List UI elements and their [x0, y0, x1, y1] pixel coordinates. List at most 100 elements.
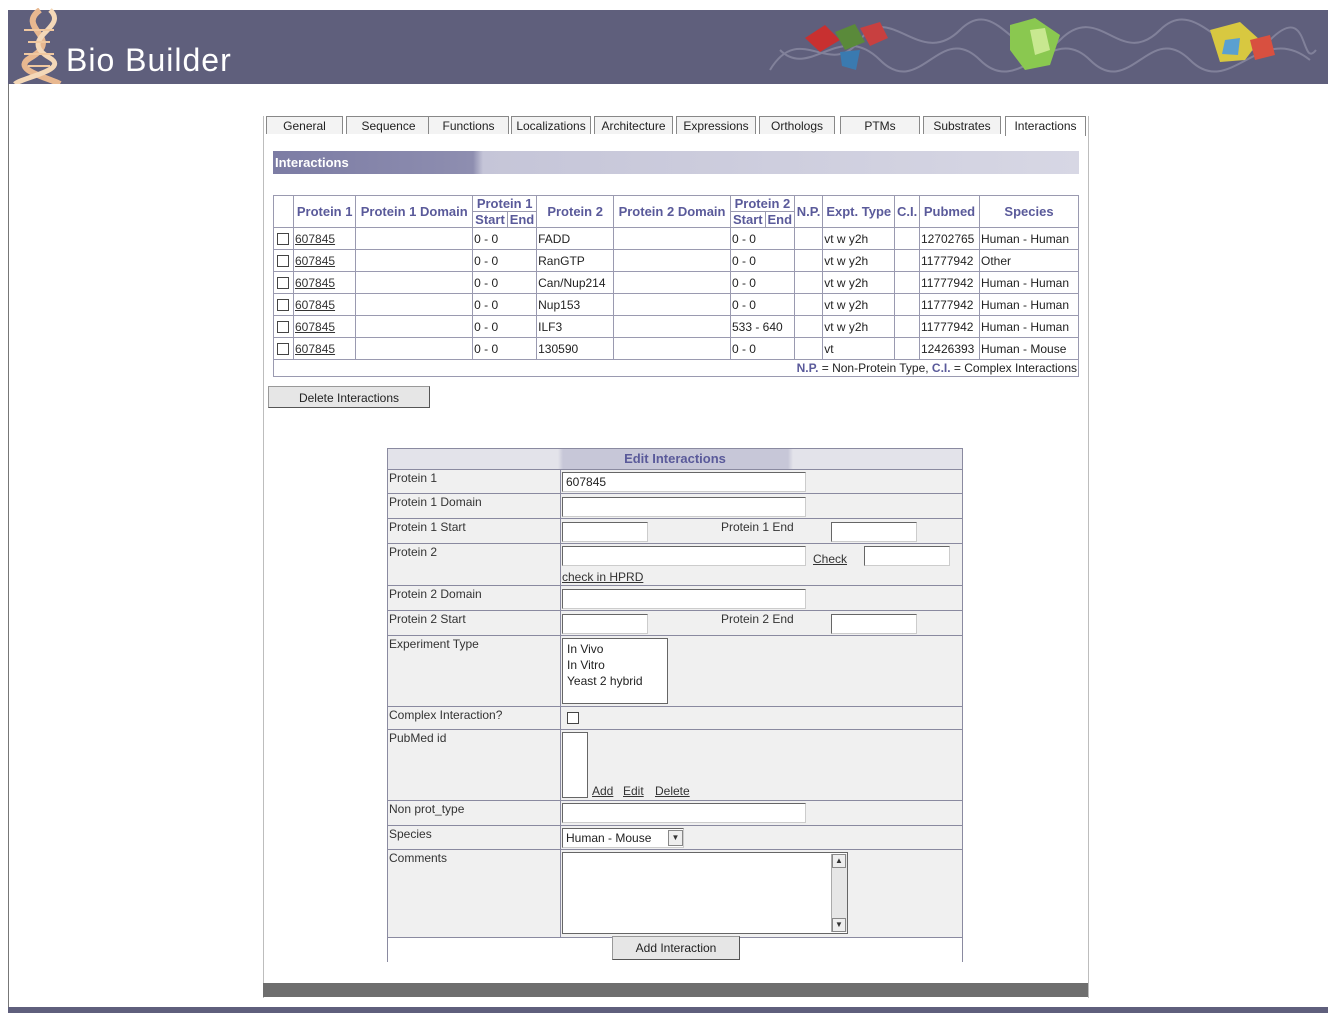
table-row: 607845 0 - 0 Nup153 0 - 0 vt w y2h 11777… — [273, 293, 1079, 316]
protein1-link[interactable]: 607845 — [295, 276, 335, 290]
pubmed-label: PubMed id — [389, 731, 447, 745]
tab-sequence[interactable]: Sequence — [346, 116, 431, 134]
pubmed-edit-link[interactable]: Edit — [623, 784, 644, 798]
tab-ptms[interactable]: PTMs — [840, 116, 920, 134]
experiment-option[interactable]: Yeast 2 hybrid — [567, 673, 663, 689]
ci-cell — [894, 227, 920, 250]
comments-label: Comments — [389, 851, 448, 865]
footer-bar — [8, 1007, 1328, 1013]
pubmed-delete-link[interactable]: Delete — [655, 784, 690, 798]
table-legend: N.P. = Non-Protein Type, C.I. = Complex … — [273, 359, 1079, 377]
protein2-end-input[interactable] — [831, 614, 917, 634]
ci-cell — [894, 293, 920, 316]
row-checkbox[interactable] — [277, 277, 289, 290]
comments-row: Comments ▲ ▼ — [388, 849, 962, 938]
protein2-start-input[interactable] — [562, 614, 648, 634]
protein2-domain-cell — [613, 293, 731, 316]
species-cell: Human - Mouse — [979, 337, 1079, 360]
protein2-input[interactable] — [562, 546, 806, 566]
table-row: 607845 0 - 0 ILF3 533 - 640 vt w y2h 117… — [273, 315, 1079, 338]
expt-cell: vt w y2h — [822, 271, 896, 294]
table-row: 607845 0 - 0 130590 0 - 0 vt 12426393 Hu… — [273, 337, 1079, 360]
species-cell: Human - Human — [979, 315, 1079, 338]
protein2-range-cell: 0 - 0 — [729, 249, 795, 272]
pubmed-list[interactable] — [562, 732, 588, 798]
check-link[interactable]: Check — [813, 552, 847, 566]
protein1-input[interactable]: 607845 — [562, 472, 806, 492]
complex-interaction-checkbox[interactable] — [567, 712, 579, 724]
tab-functions[interactable]: Functions — [428, 116, 509, 134]
chevron-down-icon[interactable]: ▼ — [668, 830, 683, 846]
protein1-link[interactable]: 607845 — [295, 320, 335, 334]
col-protein2-end: End — [764, 211, 795, 228]
protein1-link[interactable]: 607845 — [295, 232, 335, 246]
col-protein2: Protein 2 — [536, 195, 615, 228]
protein1-end-label: Protein 1 End — [721, 520, 794, 534]
np-cell — [793, 315, 824, 338]
non-prot-type-input[interactable] — [562, 803, 806, 823]
np-cell — [793, 271, 824, 294]
arrow-down-icon[interactable]: ▼ — [832, 918, 846, 932]
protein2-label: Protein 2 — [389, 545, 438, 559]
protein1-domain-cell — [355, 271, 474, 294]
col-np: N.P. — [793, 195, 824, 228]
col-ci: C.I. — [894, 195, 920, 228]
delete-interactions-button[interactable]: Delete Interactions — [268, 386, 430, 408]
row-checkbox[interactable] — [277, 233, 289, 246]
ci-cell — [894, 249, 920, 272]
tab-expressions[interactable]: Expressions — [676, 116, 756, 134]
tab-localizations[interactable]: Localizations — [511, 116, 591, 134]
protein2-domain-input[interactable] — [562, 589, 806, 609]
protein2-start-row: Protein 2 Start Protein 2 End — [388, 610, 962, 636]
arrow-up-icon[interactable]: ▲ — [832, 854, 846, 868]
check-in-hprd-link[interactable]: check in HPRD — [562, 570, 643, 584]
protein2-cell: 130590 — [536, 337, 615, 360]
protein1-link[interactable]: 607845 — [295, 342, 335, 356]
protein1-link[interactable]: 607845 — [295, 254, 335, 268]
app-title: Bio Builder — [66, 42, 232, 78]
species-cell: Other — [979, 249, 1079, 272]
protein2-range-cell: 0 - 0 — [729, 293, 795, 316]
table-row: 607845 0 - 0 Can/Nup214 0 - 0 vt w y2h 1… — [273, 271, 1079, 294]
species-select[interactable]: Human - Mouse ▼ — [562, 828, 684, 848]
ci-legend-text: = Complex Interactions — [950, 361, 1077, 375]
protein2-domain-cell — [613, 315, 731, 338]
expt-cell: vt — [822, 337, 896, 360]
col-protein1-domain: Protein 1 Domain — [355, 195, 474, 228]
dna-helix-icon — [13, 8, 62, 84]
protein1-domain-input[interactable] — [562, 497, 806, 517]
protein1-end-input[interactable] — [831, 522, 917, 542]
comments-textarea[interactable] — [562, 852, 848, 934]
protein2-range-cell: 0 - 0 — [729, 227, 795, 250]
protein2-cell: FADD — [536, 227, 615, 250]
protein1-start-input[interactable] — [562, 522, 648, 542]
tab-orthologs[interactable]: Orthologs — [759, 116, 835, 134]
experiment-option[interactable]: In Vitro — [567, 657, 663, 673]
expt-cell: vt w y2h — [822, 227, 896, 250]
np-cell — [793, 293, 824, 316]
tab-interactions[interactable]: Interactions — [1005, 116, 1086, 136]
pubmed-row: PubMed id Add Edit Delete — [388, 729, 962, 801]
select-column-header — [273, 195, 294, 228]
experiment-option[interactable]: In Vivo — [567, 641, 663, 657]
row-checkbox[interactable] — [277, 321, 289, 334]
species-cell: Human - Human — [979, 271, 1079, 294]
experiment-type-list[interactable]: In Vivo In Vitro Yeast 2 hybrid — [562, 638, 668, 704]
ci-cell — [894, 337, 920, 360]
pubmed-add-link[interactable]: Add — [592, 784, 613, 798]
tab-general[interactable]: General — [266, 116, 343, 134]
row-checkbox[interactable] — [277, 255, 289, 268]
row-checkbox[interactable] — [277, 299, 289, 312]
protein1-link[interactable]: 607845 — [295, 298, 335, 312]
check-result-input[interactable] — [864, 546, 950, 566]
col-protein1-range: Protein 1 — [472, 195, 538, 212]
row-checkbox[interactable] — [277, 343, 289, 356]
col-protein1-end: End — [506, 211, 538, 228]
add-interaction-button[interactable]: Add Interaction — [612, 936, 740, 960]
np-cell — [793, 249, 824, 272]
tab-substrates[interactable]: Substrates — [923, 116, 1001, 134]
tab-architecture[interactable]: Architecture — [594, 116, 673, 134]
complex-interaction-row: Complex Interaction? — [388, 706, 962, 730]
protein1-range-cell: 0 - 0 — [472, 293, 538, 316]
protein2-domain-row: Protein 2 Domain — [388, 585, 962, 611]
